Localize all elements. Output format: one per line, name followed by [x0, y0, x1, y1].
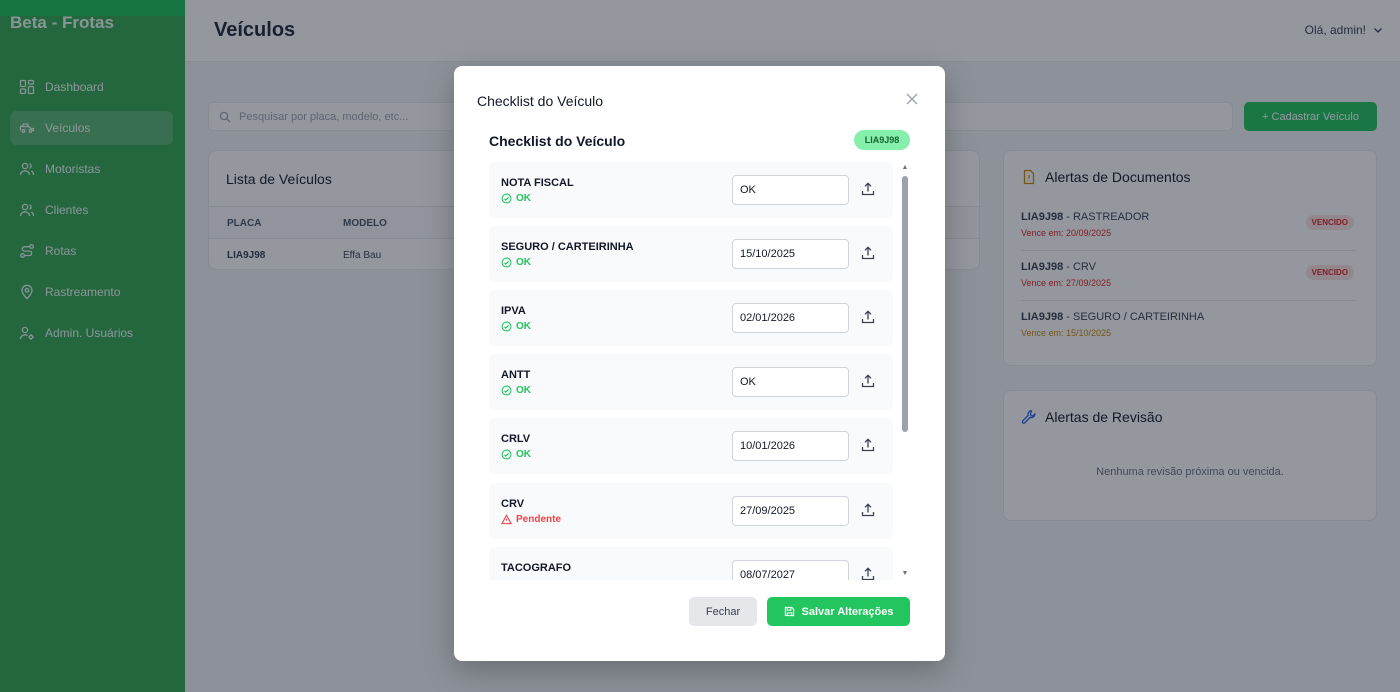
checklist-item-input[interactable]: 08/07/2027	[732, 560, 849, 580]
checklist-item-input[interactable]: 02/01/2026	[732, 303, 849, 333]
alert-triangle-icon	[501, 514, 512, 525]
checklist-item-input[interactable]: 10/01/2026	[732, 431, 849, 461]
checklist-item-name: CRV	[501, 498, 525, 510]
plate-badge: LIA9J98	[854, 130, 910, 150]
save-button-label: Salvar Alterações	[801, 605, 894, 618]
status-text: Pendente	[516, 514, 562, 525]
checklist-item-status: OK	[501, 385, 531, 396]
check-circle-icon	[501, 193, 512, 204]
check-circle-icon	[501, 449, 512, 460]
checklist-item-name: SEGURO / CARTEIRINHA	[501, 241, 634, 253]
checklist-list[interactable]: NOTA FISCAL OK OK SEGURO / CARTEIRINHA O…	[489, 162, 893, 580]
checklist-item-name: ANTT	[501, 369, 531, 381]
status-text: OK	[516, 193, 531, 204]
upload-icon[interactable]	[860, 437, 876, 453]
save-button[interactable]: Salvar Alterações	[767, 597, 910, 626]
checklist-item: CRLV OK 10/01/2026	[489, 418, 893, 474]
checklist-item-status: OK	[501, 193, 531, 204]
upload-icon[interactable]	[860, 309, 876, 325]
scroll-down-arrow-icon[interactable]: ▼	[901, 570, 909, 578]
checklist-scrollbar[interactable]: ▲ ▼	[901, 164, 909, 578]
status-text: OK	[516, 321, 531, 332]
checklist-item-input[interactable]: 15/10/2025	[732, 239, 849, 269]
save-icon	[784, 606, 794, 617]
upload-icon[interactable]	[860, 566, 876, 580]
checklist-item: ANTT OK OK	[489, 354, 893, 410]
check-circle-icon	[501, 257, 512, 268]
checklist-item: CRV Pendente 27/09/2025	[489, 483, 893, 539]
upload-icon[interactable]	[860, 181, 876, 197]
scroll-up-arrow-icon[interactable]: ▲	[901, 164, 909, 172]
checklist-item: IPVA OK 02/01/2026	[489, 290, 893, 346]
checklist-modal: Checklist do Veículo Checklist do Veícul…	[454, 66, 945, 661]
modal-title: Checklist do Veículo	[477, 93, 604, 109]
checklist-item: TACOGRAFO 08/07/2027	[489, 547, 893, 580]
checklist-item-status: OK	[501, 257, 531, 268]
checklist-item-name: CRLV	[501, 433, 531, 445]
checklist-item-status: OK	[501, 321, 531, 332]
checklist-item: SEGURO / CARTEIRINHA OK 15/10/2025	[489, 226, 893, 282]
upload-icon[interactable]	[860, 502, 876, 518]
close-button[interactable]: Fechar	[689, 597, 757, 626]
check-circle-icon	[501, 385, 512, 396]
checklist-item-status: Pendente	[501, 514, 561, 525]
checklist-item-input[interactable]: OK	[732, 367, 849, 397]
scrollbar-thumb[interactable]	[902, 176, 908, 432]
status-text: OK	[516, 449, 531, 460]
checklist-item-input[interactable]: OK	[732, 175, 849, 205]
checklist-item-name: TACOGRAFO	[501, 562, 572, 574]
checklist-item: NOTA FISCAL OK OK	[489, 162, 893, 218]
checklist-item-status: OK	[501, 449, 531, 460]
upload-icon[interactable]	[860, 373, 876, 389]
status-text: OK	[516, 257, 531, 268]
checklist-title: Checklist do Veículo	[489, 133, 626, 149]
checklist-item-name: NOTA FISCAL	[501, 177, 574, 189]
checklist-item-name: IPVA	[501, 305, 526, 317]
check-circle-icon	[501, 321, 512, 332]
close-icon[interactable]	[904, 91, 920, 107]
status-text: OK	[516, 385, 531, 396]
upload-icon[interactable]	[860, 245, 876, 261]
checklist-item-input[interactable]: 27/09/2025	[732, 496, 849, 526]
